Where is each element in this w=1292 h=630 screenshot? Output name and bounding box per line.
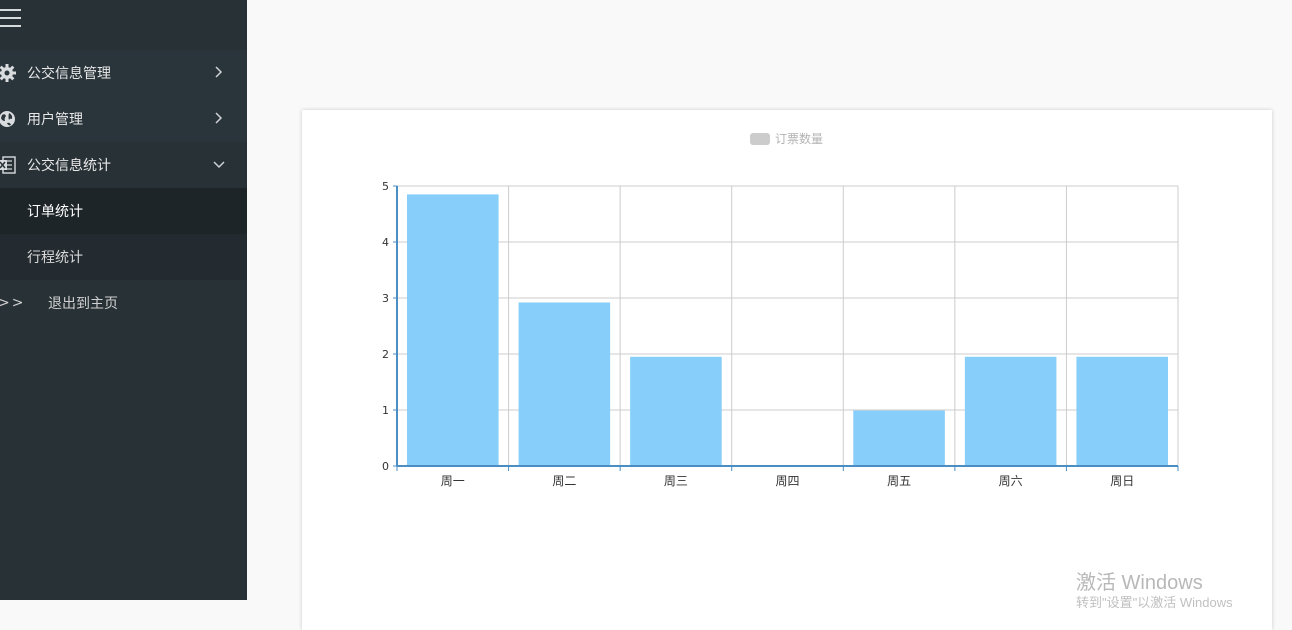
bar (630, 356, 722, 466)
gear-icon (0, 64, 16, 82)
x-tick-label: 周三 (664, 474, 688, 488)
chart-card: 订票数量 0 1 2 3 4 5 周一 周二 周三 周四 周五 周六 周日 (302, 110, 1272, 630)
windows-activation-subtitle: 转到"设置"以激活 Windows (1076, 595, 1233, 610)
double-arrow-icon: >> (0, 295, 26, 311)
y-tick-label: 1 (382, 404, 389, 417)
exit-label: 退出到主页 (48, 296, 118, 312)
sidebar-item-label: 公交信息管理 (27, 66, 111, 82)
sidebar-subitem-label: 订单统计 (27, 204, 83, 220)
chevron-right-icon (215, 66, 223, 78)
y-tick-label: 4 (382, 236, 389, 249)
y-tick-label: 2 (382, 348, 389, 361)
bar (964, 356, 1057, 466)
sidebar-item-label: 用户管理 (27, 112, 83, 128)
x-tick-label: 周一 (441, 474, 465, 488)
x-tick-label: 周二 (552, 474, 576, 488)
globe-icon (0, 111, 15, 127)
sidebar-item-bus-info-management[interactable]: 公交信息管理 (0, 50, 247, 96)
chevron-down-icon (213, 161, 225, 169)
bar-chart: 0 1 2 3 4 5 周一 周二 周三 周四 周五 周六 周日 (382, 180, 1179, 488)
excel-icon (0, 156, 16, 174)
windows-activation-title: 激活 Windows (1076, 572, 1203, 594)
chevron-right-icon (215, 112, 223, 124)
sidebar-item-label: 公交信息统计 (27, 158, 111, 174)
x-tick-label: 周五 (887, 474, 911, 488)
x-tick-label: 周日 (1110, 474, 1134, 488)
bar (518, 302, 611, 466)
sidebar-item-user-management[interactable]: 用户管理 (0, 96, 247, 142)
bar (407, 194, 499, 466)
bar (1076, 356, 1168, 466)
sidebar-item-bus-info-statistics[interactable]: 公交信息统计 (0, 142, 247, 188)
sidebar-subitem-order-statistics[interactable]: 订单统计 (0, 188, 247, 234)
x-tick-label: 周六 (999, 474, 1023, 488)
y-tick-label: 3 (382, 292, 389, 305)
y-tick-label: 0 (382, 460, 389, 473)
x-tick-label: 周四 (775, 474, 799, 488)
sidebar-subitem-label: 行程统计 (27, 250, 83, 266)
y-tick-label: 5 (382, 180, 389, 193)
bar (853, 410, 945, 466)
sidebar: 公交信息管理 用户管理 公交信息统计 订单统计 行程统计 >> 退出到主页 (0, 0, 247, 600)
exit-to-home-link[interactable]: >> 退出到主页 (0, 280, 247, 326)
menu-toggle-icon[interactable] (0, 6, 21, 30)
sidebar-subitem-trip-statistics[interactable]: 行程统计 (0, 234, 247, 280)
